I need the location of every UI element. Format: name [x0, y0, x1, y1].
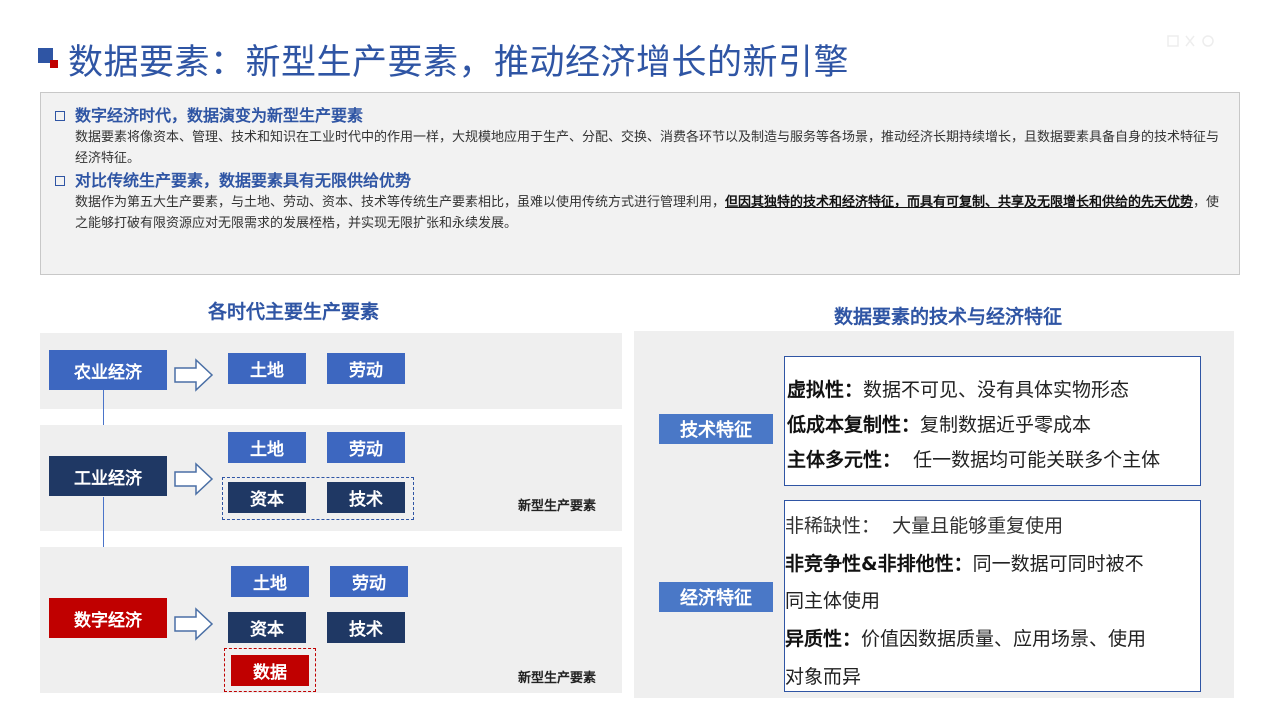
- feature-non-rival: 非竞争性&非排他性：同一数据可同时被不: [785, 549, 1200, 586]
- feature-heterogeneity-cont: 对象而异: [785, 662, 1200, 698]
- feature-virtual: 虚拟性：数据不可见、没有具体实物形态: [787, 375, 1200, 410]
- factor-technology: 技术: [327, 482, 405, 513]
- feature-key: 异质性：: [785, 628, 862, 650]
- left-section-heading: 各时代主要生产要素: [208, 301, 380, 323]
- feature-key: 低成本复制性：: [787, 414, 921, 436]
- feature-non-rival-cont: 同主体使用: [785, 586, 1200, 624]
- new-factor-label: 新型生产要素: [518, 499, 597, 514]
- factor-labor: 劳动: [327, 432, 405, 463]
- factor-land: 土地: [228, 353, 306, 384]
- tech-features-tag: 技术特征: [659, 414, 773, 444]
- new-factor-label: 新型生产要素: [518, 671, 597, 686]
- checkbox-bullet-icon: [55, 176, 65, 186]
- feature-key: 非竞争性&非排他性：: [785, 553, 973, 575]
- intro-heading-1: 数字经济时代，数据演变为新型生产要素: [55, 105, 1225, 127]
- feature-low-cost-copy: 低成本复制性：复制数据近乎零成本: [787, 410, 1200, 445]
- intro-heading-1-text: 数字经济时代，数据演变为新型生产要素: [75, 106, 364, 125]
- econ-features-tag: 经济特征: [659, 582, 773, 612]
- era-digital: 数字经济: [49, 598, 167, 638]
- intro-box: 数字经济时代，数据演变为新型生产要素 数据要素将像资本、管理、技术和知识在工业时…: [40, 92, 1240, 275]
- right-arrow-icon: [174, 607, 214, 641]
- factor-labor: 劳动: [330, 566, 408, 597]
- right-arrow-icon: [174, 462, 214, 496]
- feature-heterogeneity: 异质性：价值因数据质量、应用场景、使用: [785, 624, 1200, 662]
- title-marker-icon: [38, 48, 58, 68]
- right-section-heading: 数据要素的技术与经济特征: [834, 306, 1063, 328]
- feature-value: 任一数据均可能关联多个主体: [901, 449, 1161, 471]
- tech-features-box: 虚拟性：数据不可见、没有具体实物形态 低成本复制性：复制数据近乎零成本 主体多元…: [784, 356, 1201, 486]
- factor-labor: 劳动: [327, 353, 405, 384]
- feature-value: 价值因数据质量、应用场景、使用: [861, 628, 1147, 650]
- feature-value: 对象而异: [785, 666, 862, 688]
- intro-paragraph-1: 数据要素将像资本、管理、技术和知识在工业时代中的作用一样，大规模地应用于生产、分…: [75, 130, 1220, 166]
- feature-key: 主体多元性：: [787, 449, 902, 471]
- intro-paragraph-2-emphasis: 但因其独特的技术和经济特征，而具有可复制、共享及无限增长和供给的先天优势: [725, 195, 1194, 210]
- feature-value: 数据不可见、没有具体实物形态: [863, 379, 1130, 401]
- factor-capital: 资本: [228, 612, 306, 643]
- feature-value: 同主体使用: [785, 590, 881, 612]
- intro-heading-2-text: 对比传统生产要素，数据要素具有无限供给优势: [75, 171, 412, 190]
- feature-multi-subject: 主体多元性： 任一数据均可能关联多个主体: [787, 445, 1200, 480]
- feature-non-scarcity: 非稀缺性： 大量且能够重复使用: [785, 511, 1200, 549]
- right-arrow-icon: [174, 358, 214, 392]
- feature-text: 非稀缺性： 大量且能够重复使用: [785, 515, 1064, 537]
- era-agri: 农业经济: [49, 350, 167, 390]
- intro-paragraph-2: 数据作为第五大生产要素，与土地、劳动、资本、技术等传统生产要素相比，虽难以使用传…: [55, 192, 1225, 234]
- factor-land: 土地: [231, 566, 309, 597]
- intro-paragraph-2-part-a: 数据作为第五大生产要素，与土地、劳动、资本、技术等传统生产要素相比，虽难以使用传…: [75, 195, 726, 210]
- factor-technology: 技术: [327, 612, 405, 643]
- era-industrial: 工业经济: [49, 456, 167, 496]
- checkbox-bullet-icon: [55, 111, 65, 121]
- feature-value: 同一数据可同时被不: [972, 553, 1144, 575]
- intro-heading-2: 对比传统生产要素，数据要素具有无限供给优势: [55, 170, 1225, 192]
- econ-features-box: 非稀缺性： 大量且能够重复使用 非竞争性&非排他性：同一数据可同时被不 同主体使…: [784, 500, 1201, 692]
- page-title: 数据要素：新型生产要素，推动经济增长的新引擎: [68, 43, 850, 83]
- factor-data: 数据: [231, 655, 309, 686]
- feature-value: 复制数据近乎零成本: [920, 414, 1092, 436]
- logo-icon: [1167, 35, 1214, 47]
- factor-land: 土地: [228, 432, 306, 463]
- feature-key: 虚拟性：: [787, 379, 864, 401]
- factor-capital: 资本: [228, 482, 306, 513]
